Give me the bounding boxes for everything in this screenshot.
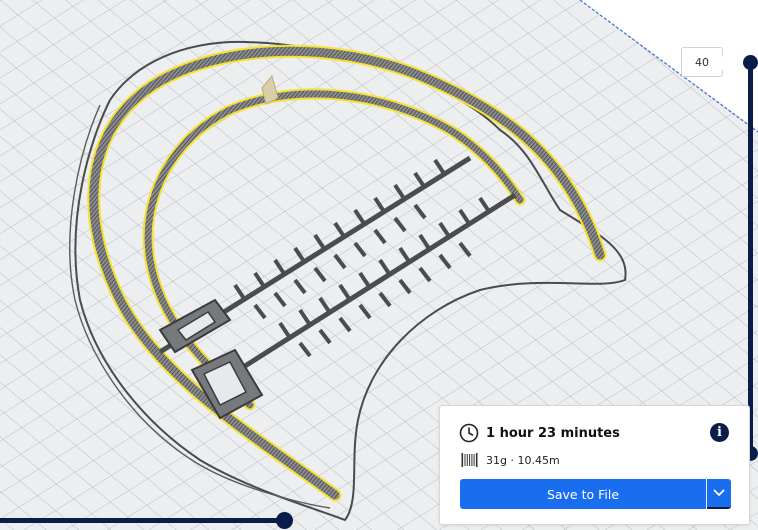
layer-slider-track[interactable] [748,62,753,454]
print-info-panel: 1 hour 23 minutes i 31g · 10.45m Save to… [439,405,750,525]
filament-spool-icon [461,453,478,467]
material-row: 31g · 10.45m [461,452,560,468]
material-usage: 31g · 10.45m [486,453,560,467]
simulation-slider-track[interactable] [0,518,284,523]
print-time-row: 1 hour 23 minutes [459,423,620,443]
chevron-down-icon [713,489,725,496]
info-icon[interactable]: i [710,423,729,442]
print-time: 1 hour 23 minutes [486,425,620,441]
save-options-dropdown[interactable] [707,479,731,509]
current-layer-input[interactable]: 40 [681,47,729,77]
clock-icon [459,423,479,443]
save-to-file-button[interactable]: Save to File [460,479,706,509]
layer-slider-top-handle[interactable] [743,55,758,70]
simulation-slider-handle[interactable] [276,512,293,529]
